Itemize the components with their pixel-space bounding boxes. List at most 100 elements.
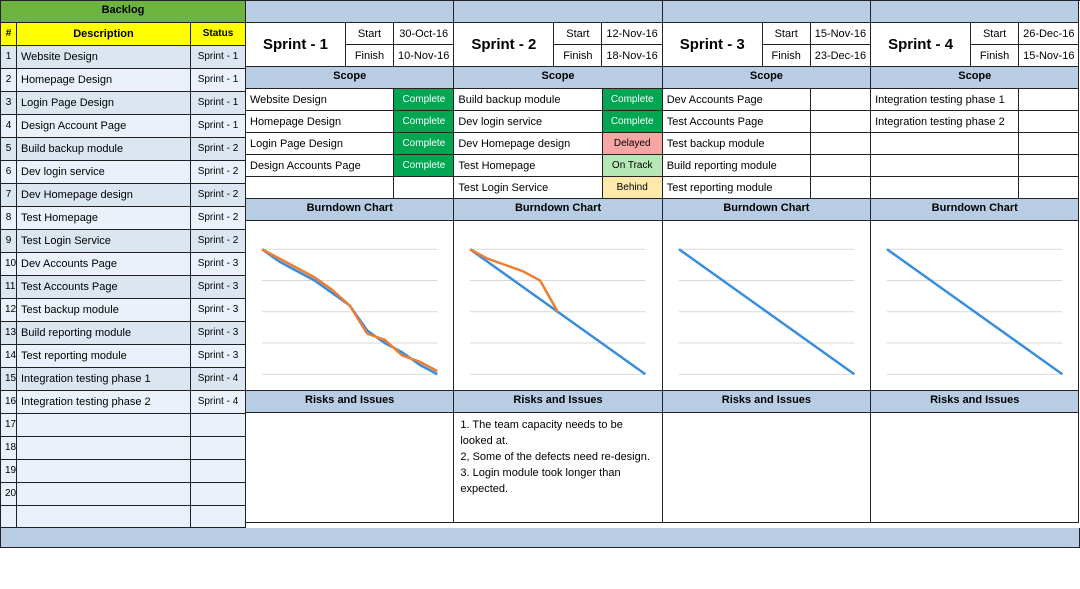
- backlog-row[interactable]: 1Website DesignSprint - 1: [1, 46, 246, 69]
- scope-desc: Test reporting module: [663, 177, 811, 199]
- scope-status-badge: [1019, 177, 1079, 199]
- backlog-row[interactable]: 5Build backup moduleSprint - 2: [1, 138, 246, 161]
- backlog-row[interactable]: 13Build reporting moduleSprint - 3: [1, 322, 246, 345]
- footer-bar: [0, 528, 1080, 548]
- row-desc: Test Homepage: [17, 207, 191, 230]
- scope-row[interactable]: Website Design Complete: [246, 89, 454, 111]
- scope-row[interactable]: Test Accounts Page: [663, 111, 871, 133]
- scope-row[interactable]: Integration testing phase 1: [871, 89, 1079, 111]
- scope-row[interactable]: Build backup module Complete: [454, 89, 662, 111]
- row-status: Sprint - 2: [191, 207, 246, 230]
- row-status: Sprint - 3: [191, 253, 246, 276]
- finish-date: 10-Nov-16: [394, 45, 454, 67]
- scope-row[interactable]: Integration testing phase 2: [871, 111, 1079, 133]
- backlog-row[interactable]: 9Test Login ServiceSprint - 2: [1, 230, 246, 253]
- sprint-top-spacer: [454, 1, 662, 23]
- row-status: Sprint - 3: [191, 299, 246, 322]
- row-num: 9: [1, 230, 17, 253]
- backlog-row[interactable]: 19: [1, 460, 246, 483]
- scope-row[interactable]: Build reporting module: [663, 155, 871, 177]
- scope-row[interactable]: Test reporting module: [663, 177, 871, 199]
- backlog-row[interactable]: 7Dev Homepage designSprint - 2: [1, 184, 246, 207]
- scope-desc: Integration testing phase 2: [871, 111, 1019, 133]
- scope-desc: Login Page Design: [246, 133, 394, 155]
- scope-row[interactable]: Dev login service Complete: [454, 111, 662, 133]
- scope-row[interactable]: [246, 177, 454, 199]
- scope-row[interactable]: Homepage Design Complete: [246, 111, 454, 133]
- scope-desc: Dev Accounts Page: [663, 89, 811, 111]
- backlog-row[interactable]: 8Test HomepageSprint - 2: [1, 207, 246, 230]
- backlog-pane: Backlog # Description Status 1Website De…: [1, 1, 246, 528]
- finish-label: Finish: [971, 45, 1019, 67]
- row-desc: Dev login service: [17, 161, 191, 184]
- scope-desc: Homepage Design: [246, 111, 394, 133]
- backlog-row[interactable]: 4Design Account PageSprint - 1: [1, 115, 246, 138]
- row-status: Sprint - 2: [191, 230, 246, 253]
- backlog-row[interactable]: [1, 506, 246, 528]
- scope-row[interactable]: Test Login Service Behind: [454, 177, 662, 199]
- backlog-row[interactable]: 17: [1, 414, 246, 437]
- burndown-chart: [871, 221, 1079, 391]
- start-date: 30-Oct-16: [394, 23, 454, 45]
- scope-row[interactable]: Dev Accounts Page: [663, 89, 871, 111]
- backlog-row[interactable]: 11Test Accounts PageSprint - 3: [1, 276, 246, 299]
- scope-row[interactable]: Login Page Design Complete: [246, 133, 454, 155]
- backlog-row[interactable]: 12Test backup moduleSprint - 3: [1, 299, 246, 322]
- row-status: [191, 437, 246, 460]
- sprint-title: Sprint - 1: [246, 23, 346, 67]
- scope-status-badge: [394, 177, 454, 199]
- backlog-row[interactable]: 14Test reporting moduleSprint - 3: [1, 345, 246, 368]
- finish-date: 18-Nov-16: [602, 45, 662, 67]
- scope-row[interactable]: [871, 177, 1079, 199]
- backlog-row[interactable]: 15Integration testing phase 1Sprint - 4: [1, 368, 246, 391]
- scope-desc: Build backup module: [454, 89, 602, 111]
- scope-status-badge: Complete: [394, 89, 454, 111]
- row-num: 14: [1, 345, 17, 368]
- start-date: 12-Nov-16: [602, 23, 662, 45]
- start-date: 15-Nov-16: [811, 23, 871, 45]
- risks-body: [246, 413, 454, 523]
- row-status: Sprint - 2: [191, 184, 246, 207]
- col-header-status: Status: [191, 23, 246, 46]
- scope-desc: Website Design: [246, 89, 394, 111]
- row-status: Sprint - 4: [191, 391, 246, 414]
- burndown-chart: [454, 221, 662, 391]
- backlog-row[interactable]: 2Homepage DesignSprint - 1: [1, 69, 246, 92]
- scope-desc: [871, 155, 1019, 177]
- row-status: Sprint - 3: [191, 322, 246, 345]
- row-num: 19: [1, 460, 17, 483]
- sprint-top-spacer: [246, 1, 454, 23]
- scope-row[interactable]: Design Accounts Page Complete: [246, 155, 454, 177]
- scope-status-badge: Complete: [394, 155, 454, 177]
- row-num: 8: [1, 207, 17, 230]
- backlog-row[interactable]: 3Login Page DesignSprint - 1: [1, 92, 246, 115]
- risks-body: [663, 413, 871, 523]
- backlog-row[interactable]: 16Integration testing phase 2Sprint - 4: [1, 391, 246, 414]
- backlog-row[interactable]: 10Dev Accounts PageSprint - 3: [1, 253, 246, 276]
- row-num: 11: [1, 276, 17, 299]
- col-header-num: #: [1, 23, 17, 46]
- backlog-row[interactable]: 6Dev login serviceSprint - 2: [1, 161, 246, 184]
- scope-status-badge: Delayed: [603, 133, 663, 155]
- backlog-row[interactable]: 20: [1, 483, 246, 506]
- risk-line: 1. The team capacity needs to be looked …: [460, 417, 655, 449]
- scope-status-badge: [811, 155, 871, 177]
- sprint-title: Sprint - 2: [454, 23, 554, 67]
- row-status: [191, 483, 246, 506]
- start-label: Start: [346, 23, 394, 45]
- sprint-pane: Sprint - 2 Start 12-Nov-16 Finish 18-Nov…: [454, 1, 662, 528]
- sprint-title: Sprint - 4: [871, 23, 971, 67]
- backlog-row[interactable]: 18: [1, 437, 246, 460]
- scope-row[interactable]: [871, 133, 1079, 155]
- row-num: 1: [1, 46, 17, 69]
- scope-desc: [246, 177, 394, 199]
- row-desc: Test reporting module: [17, 345, 191, 368]
- scope-row[interactable]: Test Homepage On Track: [454, 155, 662, 177]
- scope-row[interactable]: [871, 155, 1079, 177]
- scope-status-badge: Behind: [603, 177, 663, 199]
- scope-row[interactable]: Test backup module: [663, 133, 871, 155]
- scope-row[interactable]: Dev Homepage design Delayed: [454, 133, 662, 155]
- row-status: Sprint - 4: [191, 368, 246, 391]
- finish-date: 23-Dec-16: [811, 45, 871, 67]
- scope-desc: Dev Homepage design: [454, 133, 602, 155]
